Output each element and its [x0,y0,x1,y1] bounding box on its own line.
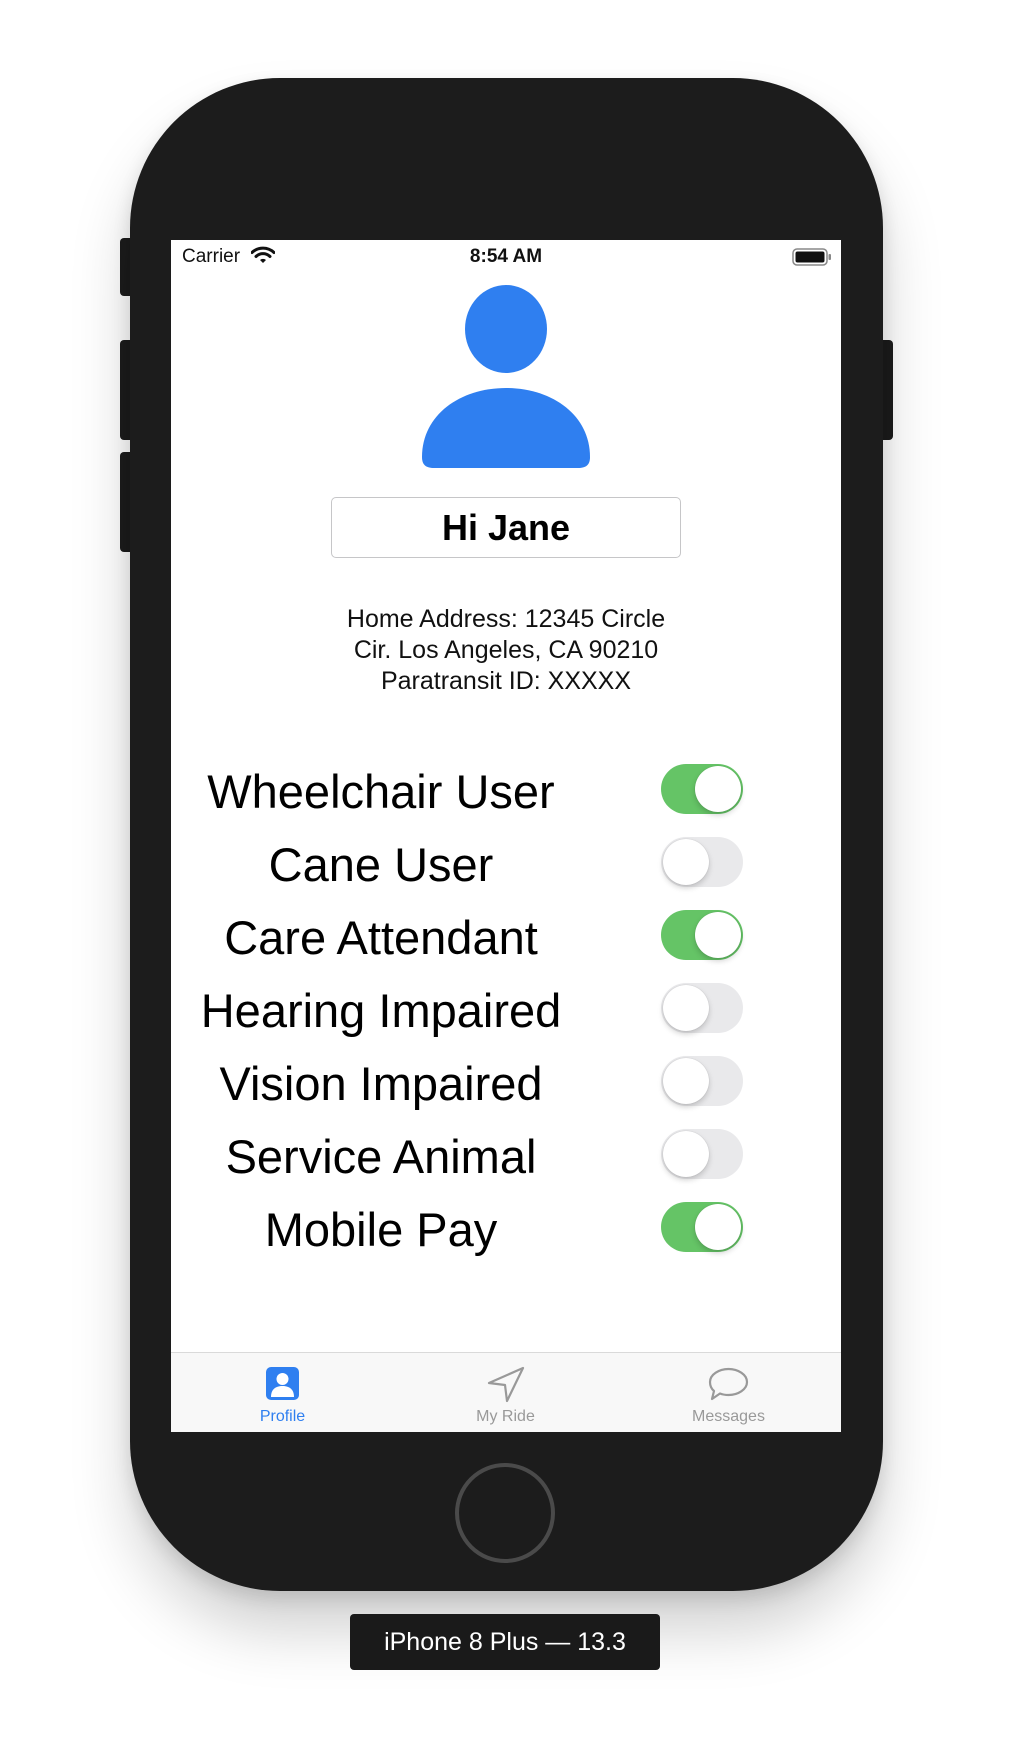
status-time: 8:54 AM [469,246,543,267]
tab-profile[interactable]: Profile [171,1353,394,1432]
toggle-label: Cane User [268,838,494,891]
vision-impaired-switch[interactable] [661,1056,743,1106]
toggle-row-mobile-pay: Mobile Pay [171,1198,841,1260]
toggle-label: Hearing Impaired [200,984,562,1037]
status-bar: Carrier 8:54 AM [171,240,841,276]
toggle-row-vision-impaired: Vision Impaired [171,1052,841,1114]
tab-my-ride[interactable]: My Ride [394,1353,617,1432]
switch-knob [695,766,741,812]
switch-knob [663,985,709,1031]
address-block: Home Address: 12345 Circle Cir. Los Ange… [171,604,841,697]
address-line: Home Address: 12345 Circle [346,605,666,633]
tab-label: Messages [692,1408,765,1425]
hearing-impaired-switch[interactable] [661,983,743,1033]
location-arrow-icon [394,1365,617,1403]
mobile-pay-switch[interactable] [661,1202,743,1252]
paratransit-id-line: Paratransit ID: XXXXX [380,667,632,695]
switch-knob [695,912,741,958]
battery-full-icon [792,248,832,272]
greeting-label: Hi Jane [331,497,681,558]
switch-knob [663,1131,709,1177]
chat-bubble-icon [617,1365,840,1403]
wheelchair-user-switch[interactable] [661,764,743,814]
tab-bar: Profile My Ride Messages [171,1352,841,1432]
profile-icon [171,1365,394,1403]
switch-knob [695,1204,741,1250]
toggle-row-hearing-impaired: Hearing Impaired [171,979,841,1041]
tab-label: Profile [259,1408,306,1425]
address-line: Cir. Los Angeles, CA 90210 [353,636,659,664]
care-attendant-switch[interactable] [661,910,743,960]
toggle-label: Service Animal [225,1130,537,1183]
home-button[interactable] [455,1463,555,1563]
simulator-stage: Carrier 8:54 AM Hi Jane Home Address: 12… [0,0,1012,1744]
toggle-row-wheelchair-user: Wheelchair User [171,760,841,822]
cane-user-switch[interactable] [661,837,743,887]
switch-knob [663,1058,709,1104]
toggle-row-service-animal: Service Animal [171,1125,841,1187]
toggle-row-care-attendant: Care Attendant [171,906,841,968]
service-animal-switch[interactable] [661,1129,743,1179]
toggle-label: Wheelchair User [207,765,555,818]
switch-knob [663,839,709,885]
tab-label: My Ride [476,1408,535,1425]
toggle-row-cane-user: Cane User [171,833,841,895]
app-screen: Carrier 8:54 AM Hi Jane Home Address: 12… [171,240,841,1432]
toggle-label: Care Attendant [224,911,538,964]
simulator-device-label: iPhone 8 Plus — 13.3 [350,1614,660,1670]
toggle-label: Vision Impaired [219,1057,543,1110]
tab-messages[interactable]: Messages [617,1353,840,1432]
toggle-label: Mobile Pay [264,1203,498,1256]
person-icon [420,285,592,475]
